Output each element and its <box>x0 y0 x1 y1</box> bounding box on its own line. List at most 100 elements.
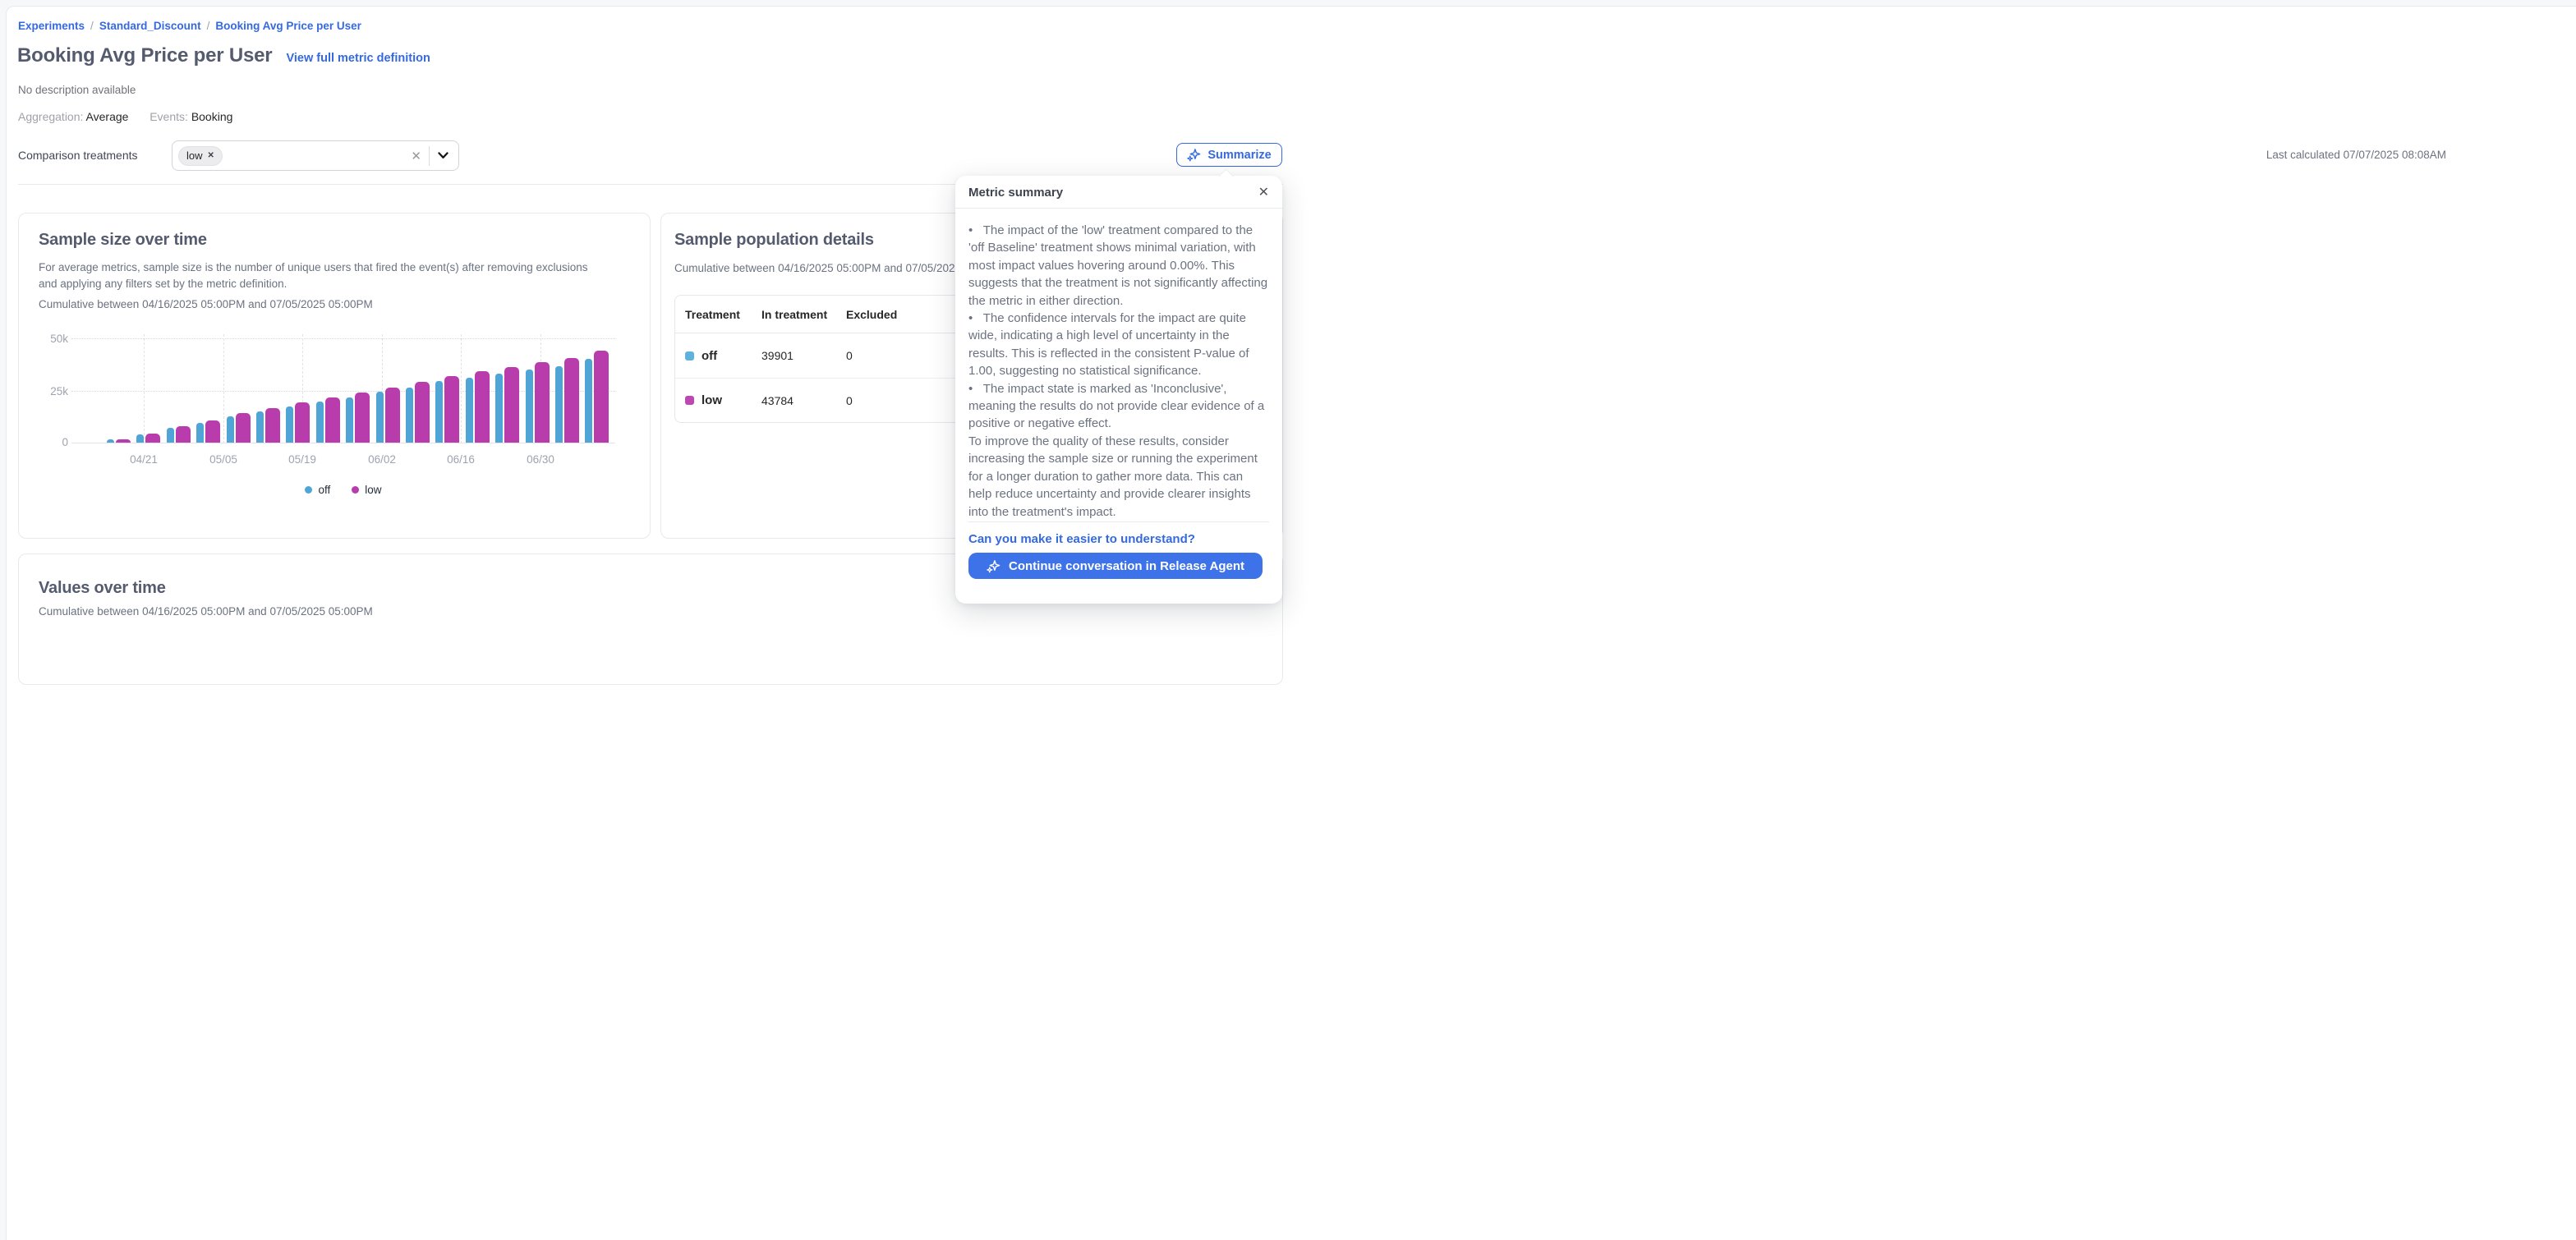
legend-item-off[interactable]: off <box>305 484 330 496</box>
x-tick: 06/02 <box>368 453 396 466</box>
sample-size-card: Sample size over time For average metric… <box>18 213 651 539</box>
treatment-chip-label: low <box>186 149 203 162</box>
bar-pair <box>256 408 280 443</box>
x-tick: 05/05 <box>209 453 237 466</box>
breadcrumb-separator: / <box>201 20 216 32</box>
chevron-down-icon[interactable] <box>430 152 450 159</box>
gridline-v <box>223 334 224 443</box>
y-tick-50k: 50k <box>29 333 68 345</box>
excluded-value: 0 <box>846 349 936 362</box>
bar-off <box>495 374 503 443</box>
bar-off <box>585 359 592 443</box>
last-calculated-text: Last calculated 07/07/2025 08:08AM <box>2266 149 2446 161</box>
events-label: Events: <box>150 110 188 123</box>
in-treatment-value: 43784 <box>761 394 846 407</box>
popover-title: Metric summary <box>968 186 1063 200</box>
bar-low <box>116 439 131 443</box>
popover-body: • The impact of the 'low' treatment comp… <box>955 209 1282 521</box>
bar-low <box>564 358 579 443</box>
bar-off <box>555 366 563 443</box>
popover-divider-bottom <box>968 521 1269 522</box>
bar-off <box>286 406 293 443</box>
bar-pair <box>107 439 131 443</box>
y-tick-0: 0 <box>29 436 68 448</box>
summarize-label: Summarize <box>1208 149 1271 162</box>
legend-dot-low <box>352 486 359 494</box>
bar-low <box>444 376 459 443</box>
sample-size-title: Sample size over time <box>39 231 207 250</box>
treatment-chip-low[interactable]: low ✕ <box>178 146 223 166</box>
bar-low <box>535 362 550 443</box>
sparkle-icon <box>987 559 1000 573</box>
sample-size-chart: 50k 25k 0 04/21 05/05 05/19 06/02 06/16 … <box>71 334 615 443</box>
chip-remove-icon[interactable]: ✕ <box>208 151 214 160</box>
comparison-treatments-select[interactable]: low ✕ ✕ <box>172 140 459 171</box>
treatment-swatch-low <box>685 396 694 405</box>
breadcrumb-link[interactable]: Experiments <box>18 20 85 32</box>
summary-bullet: • The confidence intervals for the impac… <box>968 310 1269 380</box>
bar-low <box>176 426 191 443</box>
metric-summary-popover: Metric summary ✕ • The impact of the 'lo… <box>955 176 1282 604</box>
bar-pair <box>136 434 160 443</box>
y-tick-25k: 25k <box>29 385 68 397</box>
close-icon[interactable]: ✕ <box>1258 186 1269 200</box>
summary-bullet: • The impact of the 'low' treatment comp… <box>968 222 1269 310</box>
bar-pair <box>406 382 430 443</box>
breadcrumb-link[interactable]: Booking Avg Price per User <box>215 20 361 32</box>
bar-low <box>504 367 519 443</box>
continue-conversation-button[interactable]: Continue conversation in Release Agent <box>968 553 1263 579</box>
clear-selection-icon[interactable]: ✕ <box>403 149 429 163</box>
bar-off <box>136 434 144 443</box>
bar-off <box>406 388 413 443</box>
bar-low <box>295 402 310 443</box>
values-over-time-title: Values over time <box>39 579 166 598</box>
summarize-button[interactable]: Summarize <box>1176 143 1282 167</box>
events-value: Booking <box>191 110 233 123</box>
metric-description: No description available <box>18 84 136 96</box>
col-treatment: Treatment <box>685 308 761 321</box>
bar-pair <box>346 393 370 443</box>
bar-off <box>107 439 114 443</box>
bar-off <box>526 370 533 443</box>
col-excluded: Excluded <box>846 308 936 321</box>
sample-size-description: For average metrics, sample size is the … <box>39 259 604 292</box>
view-metric-definition-link[interactable]: View full metric definition <box>286 52 430 65</box>
legend-dot-off <box>305 486 312 494</box>
values-over-time-range: Cumulative between 04/16/2025 05:00PM an… <box>39 604 373 620</box>
breadcrumb-link[interactable]: Standard_Discount <box>99 20 201 32</box>
sample-size-range: Cumulative between 04/16/2025 05:00PM an… <box>39 296 373 313</box>
x-tick: 05/19 <box>288 453 316 466</box>
breadcrumb: Experiments/Standard_Discount/Booking Av… <box>18 20 361 32</box>
aggregation-value: Average <box>86 110 129 123</box>
bar-pair <box>196 420 220 443</box>
gridline-v <box>144 334 145 443</box>
bar-low <box>355 393 370 443</box>
main-content-pane: Experiments/Standard_Discount/Booking Av… <box>6 6 2576 1240</box>
population-title: Sample population details <box>674 231 874 250</box>
make-easier-link[interactable]: Can you make it easier to understand? <box>968 532 1195 546</box>
treatment-name: low <box>702 393 722 407</box>
bar-pair <box>167 426 191 443</box>
bar-low <box>265 408 280 443</box>
chart-legend: off low <box>71 484 615 496</box>
bar-pair <box>555 358 579 443</box>
bar-low <box>236 413 251 443</box>
bar-low <box>325 397 340 443</box>
continue-conversation-label: Continue conversation in Release Agent <box>1009 559 1244 573</box>
bar-off <box>466 378 473 443</box>
gridline-50k <box>71 338 615 339</box>
bar-low <box>415 382 430 443</box>
gridline-v <box>461 334 462 443</box>
legend-label-off: off <box>318 484 330 496</box>
excluded-value: 0 <box>846 394 936 407</box>
breadcrumb-separator: / <box>85 20 99 32</box>
summary-bullet: • The impact state is marked as 'Inconcl… <box>968 380 1269 433</box>
bar-off <box>376 392 384 443</box>
bar-low <box>145 434 160 443</box>
x-tick: 06/30 <box>527 453 554 466</box>
page-title: Booking Avg Price per User <box>17 44 272 67</box>
in-treatment-value: 39901 <box>761 349 846 362</box>
x-tick: 06/16 <box>447 453 475 466</box>
sparkle-icon <box>1187 148 1201 162</box>
legend-item-low[interactable]: low <box>352 484 381 496</box>
